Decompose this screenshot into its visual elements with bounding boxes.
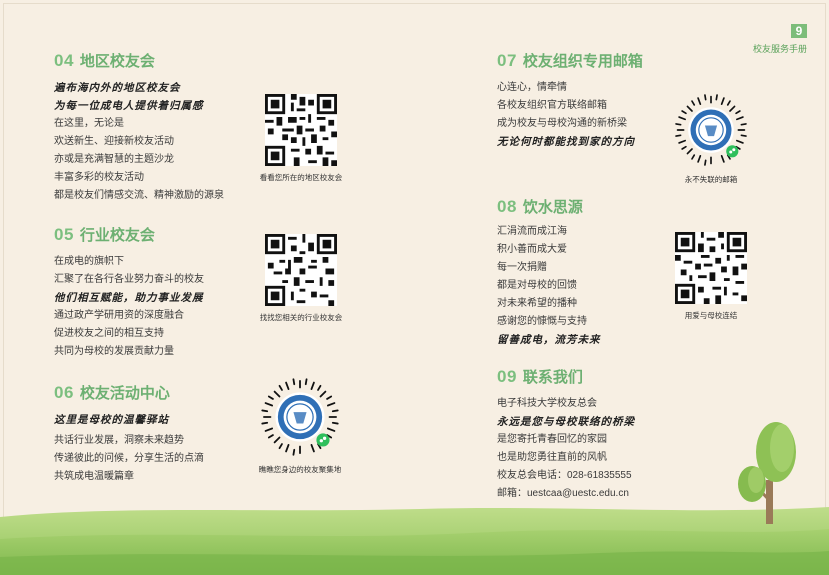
page-header-tag: 9 校友服务手册	[753, 22, 807, 55]
section-heading: 05 行业校友会	[54, 224, 204, 245]
page-number: 9	[791, 24, 807, 38]
body-line: 积小善而成大爱	[497, 244, 567, 255]
section-title: 联系我们	[522, 369, 583, 386]
qr-code-icon	[265, 234, 337, 306]
body-line: 都是校友们情感交流、精神激励的源泉	[54, 190, 224, 201]
qr-caption: 看看您所在的地区校友会	[259, 173, 343, 182]
slogan: 为每一位成电人提供着归属感	[54, 100, 204, 112]
body-line: 成为校友与母校沟通的新桥梁	[497, 118, 627, 129]
body-line: 对未来希望的播种	[497, 298, 577, 309]
slogan: 无论何时都能找到家的方向	[497, 136, 635, 148]
qr-caption: 用爱与母校连结	[684, 311, 738, 320]
qr-industry[interactable]: 找找您相关的行业校友会	[252, 234, 350, 323]
qr-caption: 永不失联的邮箱	[684, 175, 738, 184]
body-line: 通过政产学研用资的深度融合	[54, 310, 184, 321]
qr-donation[interactable]: 用爱与母校连结	[672, 232, 750, 321]
section-number: 04	[54, 51, 74, 70]
section-regional-alumni: 04 地区校友会 遍布海内外的地区校友会 为每一位成电人提供着归属感 在这里，无…	[54, 50, 224, 205]
section-heading: 06 校友活动中心	[54, 382, 204, 403]
section-number: 06	[54, 383, 74, 402]
section-number: 08	[497, 197, 517, 216]
slogan: 他们相互赋能，助力事业发展	[54, 292, 204, 304]
section-title: 饮水思源	[522, 199, 583, 216]
body-line: 汇涓流而成江海	[497, 226, 567, 237]
body-line: 共话行业发展，洞察未来趋势	[54, 435, 184, 446]
qr-caption: 瞧瞧您身边的校友聚集地	[258, 465, 342, 474]
body-line: 在成电的旗帜下	[54, 256, 124, 267]
mini-program-code-icon	[261, 378, 339, 456]
body-line: 共同为母校的发展贡献力量	[54, 346, 174, 357]
section-industry-alumni: 05 行业校友会 在成电的旗帜下 汇聚了在各行各业努力奋斗的校友 他们相互赋能，…	[54, 224, 204, 361]
section-activity-center: 06 校友活动中心 这里是母校的温馨驿站 共话行业发展，洞察未来趋势 传递彼此的…	[54, 382, 204, 486]
slogan: 留善成电，流芳未来	[497, 334, 601, 346]
section-title: 校友组织专用邮箱	[522, 53, 643, 70]
body-line: 传递彼此的问候，分享生活的点滴	[54, 453, 204, 464]
section-heading: 07 校友组织专用邮箱	[497, 50, 643, 71]
body-line: 每一次捐赠	[497, 262, 547, 273]
body-line: 也是助您勇往直前的风帆	[497, 452, 607, 463]
body-line: 共筑成电温暖篇章	[54, 471, 134, 482]
tree-illustration	[738, 422, 796, 524]
body-line: 都是对母校的回馈	[497, 280, 577, 291]
section-heading: 09 联系我们	[497, 366, 635, 387]
mini-program-code-icon	[675, 94, 747, 166]
section-heading: 04 地区校友会	[54, 50, 224, 71]
qr-regional[interactable]: 看看您所在的地区校友会	[252, 94, 350, 183]
slogan: 这里是母校的温馨驿站	[54, 414, 169, 426]
qr-caption: 找找您相关的行业校友会	[259, 313, 343, 322]
section-title: 校友活动中心	[79, 385, 170, 402]
slogan: 永远是您与母校联络的桥梁	[497, 416, 635, 428]
grass-ground	[0, 507, 829, 575]
miniapp-mailbox[interactable]: 永不失联的邮箱	[666, 92, 756, 185]
org-name: 电子科技大学校友总会	[497, 398, 597, 409]
body-line: 汇聚了在各行各业努力奋斗的校友	[54, 274, 204, 285]
section-mailbox: 07 校友组织专用邮箱 心连心，情牵情 各校友组织官方联络邮箱 成为校友与母校沟…	[497, 50, 643, 151]
body-line: 在这里，无论是	[54, 118, 124, 129]
section-contact: 09 联系我们 电子科技大学校友总会 永远是您与母校联络的桥梁 是您寄托青春回忆…	[497, 366, 635, 503]
body-line: 各校友组织官方联络邮箱	[497, 100, 607, 111]
body-line: 感谢您的慷慨与支持	[497, 316, 587, 327]
qr-code-icon	[675, 232, 747, 304]
section-donation: 08 饮水思源 汇涓流而成江海 积小善而成大爱 每一次捐赠 都是对母校的回馈 对…	[497, 196, 601, 349]
slogan: 遍布海内外的地区校友会	[54, 82, 181, 94]
body-line: 是您寄托青春回忆的家园	[497, 434, 607, 445]
section-heading: 08 饮水思源	[497, 196, 601, 217]
miniapp-activity[interactable]: 瞧瞧您身边的校友聚集地	[250, 376, 350, 475]
section-title: 行业校友会	[79, 227, 155, 244]
phone-number[interactable]: 校友总会电话：028-61835555	[497, 467, 635, 485]
section-number: 07	[497, 51, 517, 70]
body-line: 欢送新生、迎接新校友活动	[54, 136, 174, 147]
body-line: 丰富多彩的校友活动	[54, 172, 144, 183]
body-line: 促进校友之间的相互支持	[54, 328, 164, 339]
handbook-label: 校友服务手册	[752, 44, 807, 54]
body-line: 心连心，情牵情	[497, 82, 567, 93]
section-number: 09	[497, 367, 517, 386]
qr-code-icon	[265, 94, 337, 166]
section-number: 05	[54, 225, 74, 244]
section-title: 地区校友会	[79, 53, 155, 70]
body-line: 亦或是充满智慧的主题沙龙	[54, 154, 174, 165]
